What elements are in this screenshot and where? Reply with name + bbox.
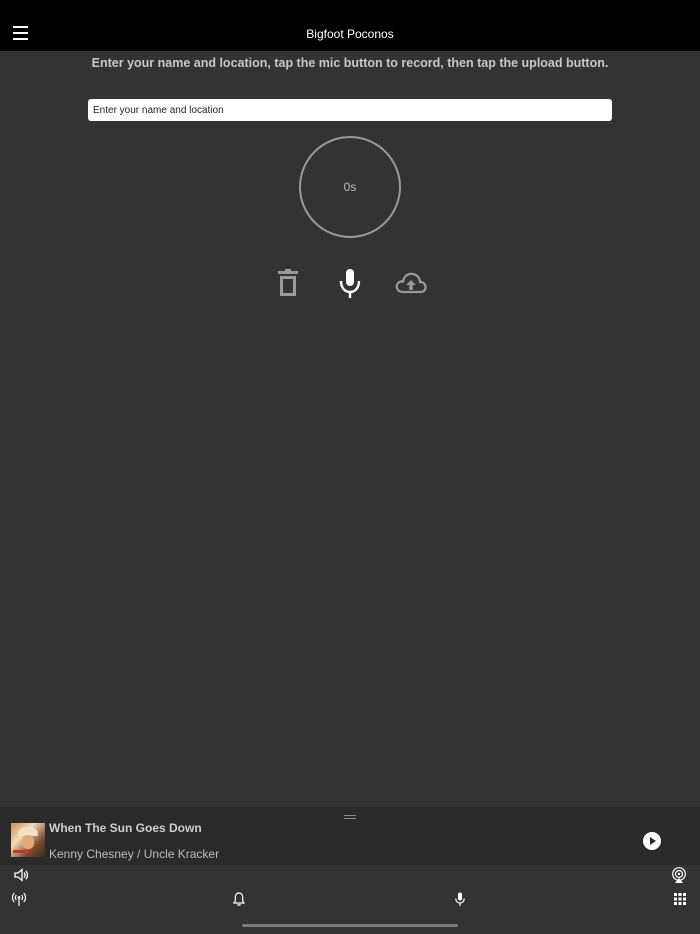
microphone-icon bbox=[339, 269, 361, 298]
now-playing-bar[interactable]: When The Sun Goes Down Kenny Chesney / U… bbox=[0, 807, 700, 865]
airplay-button[interactable] bbox=[671, 867, 687, 883]
nav-record-button[interactable] bbox=[452, 891, 468, 907]
upload-button[interactable] bbox=[394, 266, 428, 300]
recording-timer: 0s bbox=[299, 136, 401, 238]
speaker-volume-icon bbox=[14, 868, 29, 882]
instructions-text: Enter your name and location, tap the mi… bbox=[91, 56, 609, 70]
song-artist: Kenny Chesney / Uncle Kracker bbox=[49, 847, 220, 861]
play-circle-icon bbox=[643, 832, 661, 850]
nav-notifications-button[interactable] bbox=[231, 891, 247, 907]
bell-icon bbox=[232, 892, 246, 906]
timer-value: 0s bbox=[343, 180, 357, 194]
trash-icon bbox=[278, 269, 298, 296]
home-indicator bbox=[242, 924, 458, 927]
nav-more-button[interactable] bbox=[672, 891, 688, 907]
app-header: Bigfoot Poconos bbox=[0, 0, 700, 51]
record-button[interactable] bbox=[333, 266, 367, 300]
page-title: Bigfoot Poconos bbox=[306, 27, 394, 41]
name-location-input[interactable] bbox=[88, 99, 612, 121]
cloud-upload-icon bbox=[395, 272, 427, 294]
nav-stream-button[interactable] bbox=[11, 891, 27, 907]
drag-handle[interactable] bbox=[344, 815, 356, 819]
airplay-icon bbox=[672, 867, 686, 883]
play-button[interactable] bbox=[643, 832, 661, 850]
delete-recording-button[interactable] bbox=[271, 266, 305, 300]
grid-icon bbox=[674, 893, 686, 905]
album-art bbox=[11, 823, 45, 857]
broadcast-icon bbox=[11, 892, 27, 906]
volume-button[interactable] bbox=[13, 867, 29, 883]
song-title: When The Sun Goes Down bbox=[49, 821, 202, 835]
microphone-icon bbox=[455, 892, 465, 906]
